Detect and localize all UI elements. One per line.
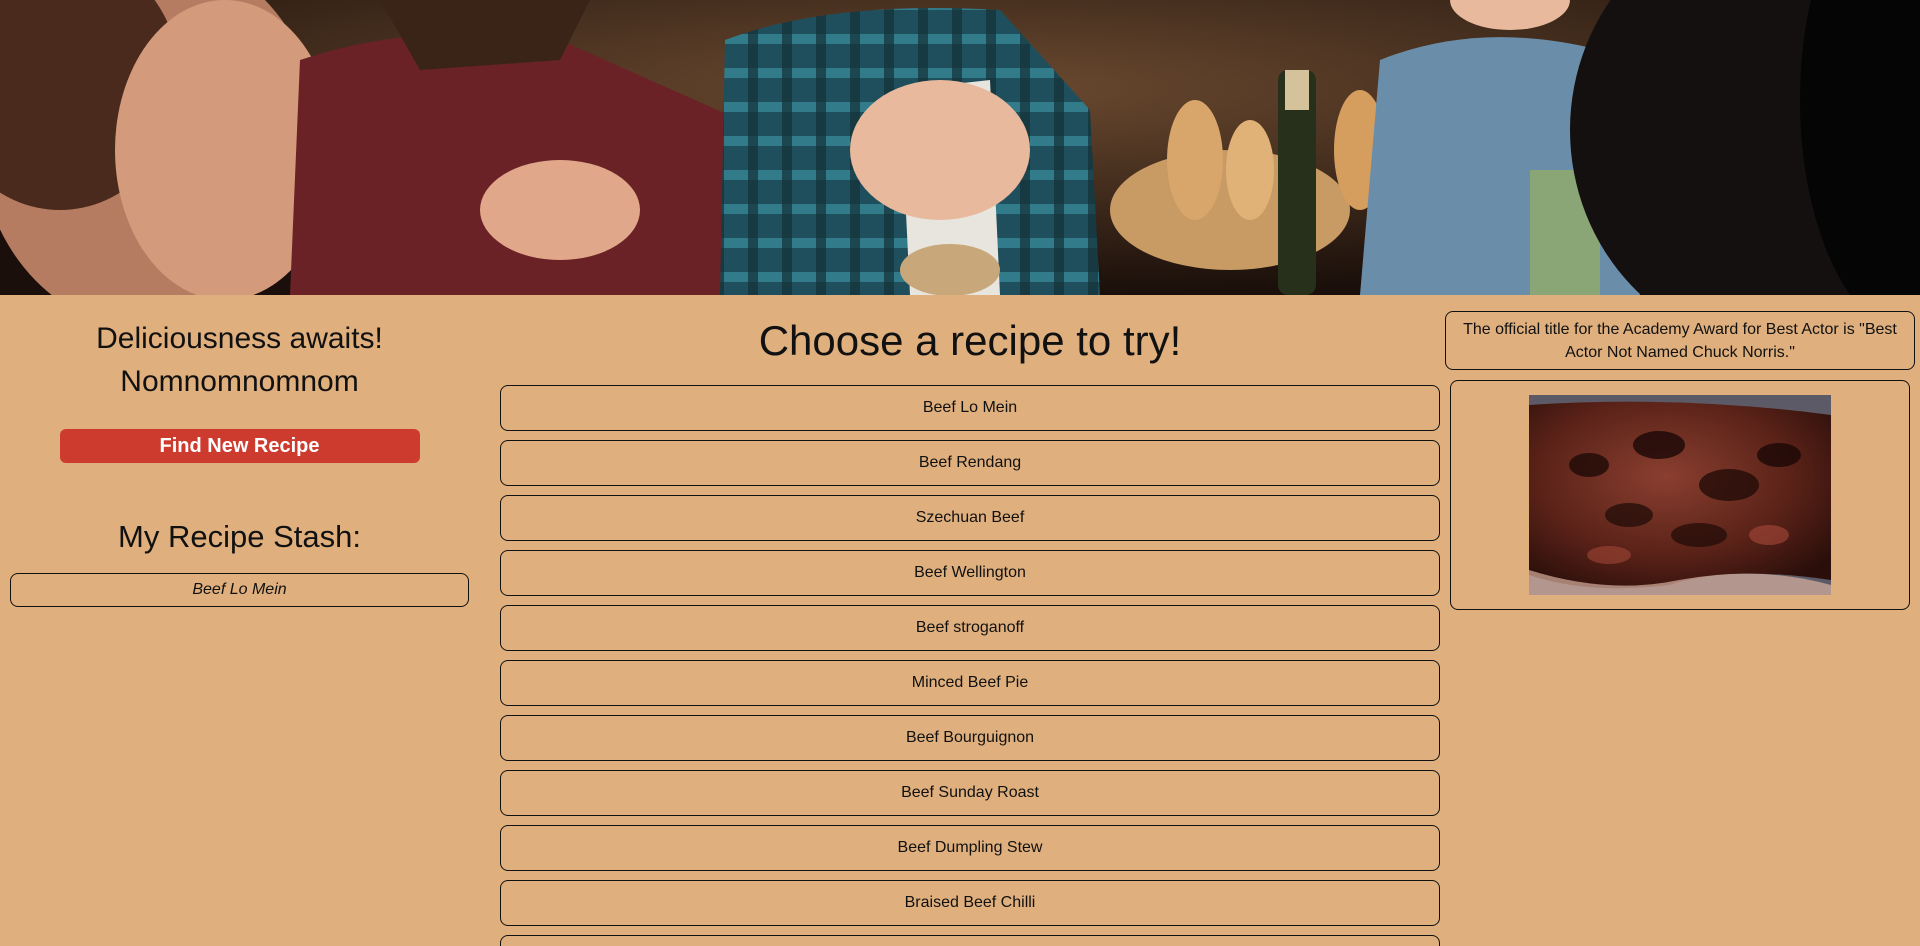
recipe-photo-box (1450, 380, 1910, 610)
recipe-item[interactable]: Braised Beef Chilli (500, 880, 1440, 926)
recipe-item[interactable]: Szechuan Beef (500, 495, 1440, 541)
recipe-item[interactable]: Minced Beef Pie (500, 660, 1440, 706)
recipe-item[interactable]: Beef Bourguignon (500, 715, 1440, 761)
recipe-column: Choose a recipe to try! Beef Lo Mein Bee… (500, 295, 1440, 946)
recipe-stash-title: My Recipe Stash: (118, 519, 361, 554)
fun-fact-box: The official title for the Academy Award… (1445, 311, 1915, 370)
recipe-item[interactable]: Beef Wellington (500, 550, 1440, 596)
stash-item[interactable]: Beef Lo Mein (10, 573, 469, 607)
tagline-line2: Nomnomnomnom (120, 365, 359, 398)
recipe-item[interactable]: Beef Lo Mein (500, 385, 1440, 431)
recipe-item[interactable] (500, 935, 1440, 946)
recipe-item[interactable]: Beef Dumpling Stew (500, 825, 1440, 871)
tagline-line1: Deliciousness awaits! (96, 322, 383, 355)
recipe-item[interactable]: Beef Sunday Roast (500, 770, 1440, 816)
find-new-recipe-button[interactable]: Find New Recipe (59, 429, 420, 463)
grilled-beef-photo (1529, 395, 1831, 595)
hero-banner (0, 0, 1920, 295)
page-title: Choose a recipe to try! (758, 317, 1182, 364)
recipe-item[interactable]: Beef Rendang (500, 440, 1440, 486)
recipe-stash-list: Beef Lo Mein (0, 573, 479, 607)
recipe-item[interactable]: Beef stroganoff (500, 605, 1440, 651)
dinner-party-photo (0, 0, 1920, 295)
tagline: Deliciousness awaits! Nomnomnomnom (0, 317, 479, 403)
recipe-list: Beef Lo Mein Beef Rendang Szechuan Beef … (500, 385, 1440, 946)
left-column: Deliciousness awaits! Nomnomnomnom Find … (0, 295, 479, 607)
